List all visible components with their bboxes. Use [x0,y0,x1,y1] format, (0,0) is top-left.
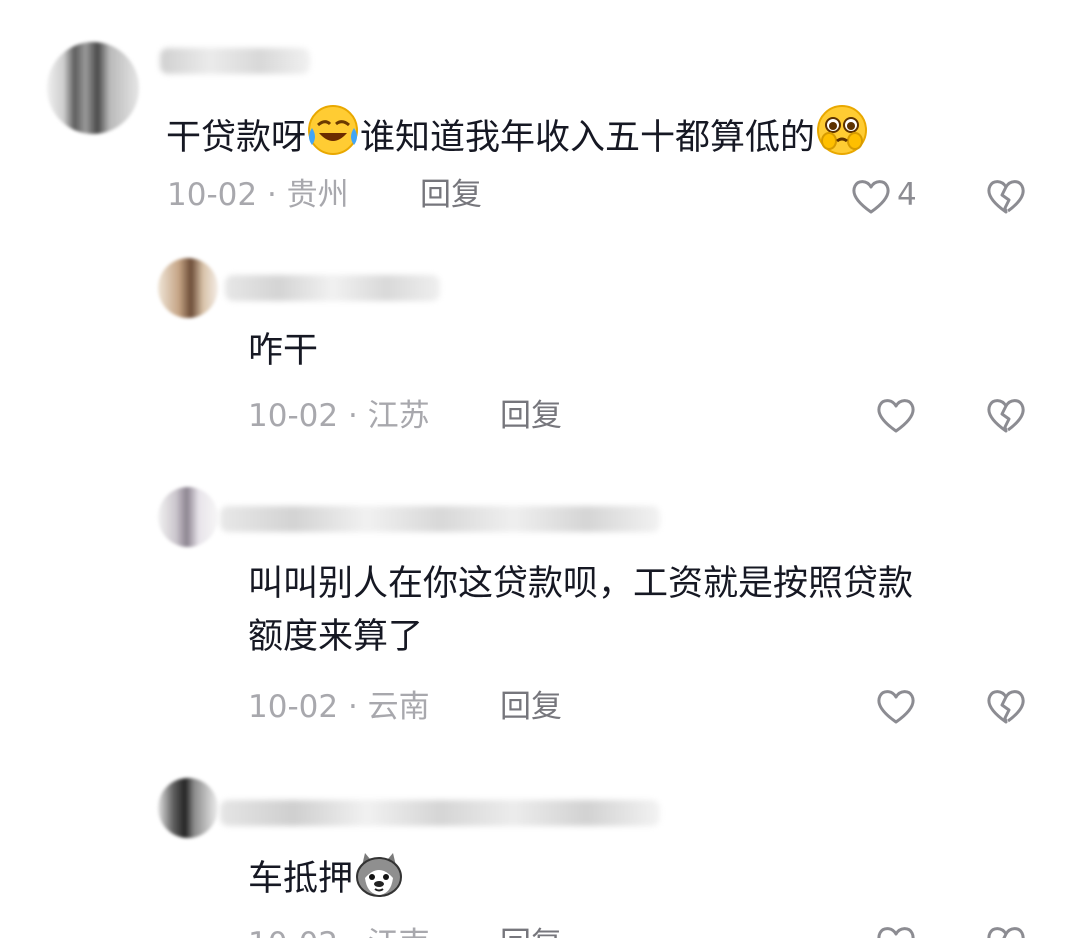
avatar[interactable] [158,487,218,547]
like-count: 4 [897,177,917,213]
username-blurred[interactable] [160,48,310,74]
husky-dog-emoji [353,850,405,910]
reply-meta: 10-02 · 云南 [248,689,430,725]
comment-text-part-2: 谁知道我年收入五十都算低的 [360,118,816,158]
heart-outline-icon[interactable] [875,925,917,938]
reply-location: 江南 [368,926,430,938]
reply-button[interactable]: 回复 [500,926,562,938]
reply-button[interactable]: 回复 [500,689,562,725]
reply-location: 江苏 [367,398,430,434]
meta-separator: · [347,398,358,434]
broken-heart-icon[interactable] [985,925,1027,938]
pleading-emoji [815,103,869,169]
reply-text-line-2: 额度来算了 [248,617,424,657]
laughing-crying-emoji [306,103,360,169]
avatar[interactable] [158,778,218,838]
comment-section: 干贷款呀 谁知道我年收入五十都算低的 10-02 · 贵州 回复 4 咋干 10-… [0,0,1080,938]
meta-separator: · [348,926,358,938]
broken-heart-icon[interactable] [985,397,1027,435]
reply-button[interactable]: 回复 [500,398,562,434]
avatar[interactable] [158,258,218,318]
heart-outline-icon[interactable] [875,397,917,435]
reply-text-line-1: 叫叫别人在你这贷款呗，工资就是按照贷款 [248,564,914,604]
comment-date: 10-02 [167,177,258,213]
heart-outline-icon[interactable] [850,178,892,216]
broken-heart-icon[interactable] [985,688,1027,726]
comment-meta: 10-02 · 贵州 [167,177,349,213]
comment-text: 干贷款呀 谁知道我年收入五十都算低的 [166,103,869,169]
meta-separator: · [347,689,358,725]
reply-meta: 10-02 · 江苏 [248,398,430,434]
username-blurred[interactable] [220,506,660,532]
reply-meta: 10-02 · 江南 [248,926,430,938]
comment-text-part-1: 干贷款呀 [166,118,307,158]
heart-outline-icon[interactable] [875,688,917,726]
comment-location: 贵州 [286,177,349,213]
broken-heart-icon[interactable] [985,178,1027,216]
username-blurred[interactable] [220,800,660,826]
reply-date: 10-02 [248,398,339,434]
avatar[interactable] [47,42,139,134]
reply-text: 咋干 [248,331,319,371]
meta-separator: · [266,177,277,213]
reply-text: 车抵押 [248,850,405,910]
reply-text-content: 车抵押 [248,859,354,899]
reply-button[interactable]: 回复 [420,177,482,213]
reply-date: 10-02 [248,926,338,938]
username-blurred[interactable] [225,275,440,301]
reply-date: 10-02 [248,689,339,725]
reply-location: 云南 [367,689,430,725]
